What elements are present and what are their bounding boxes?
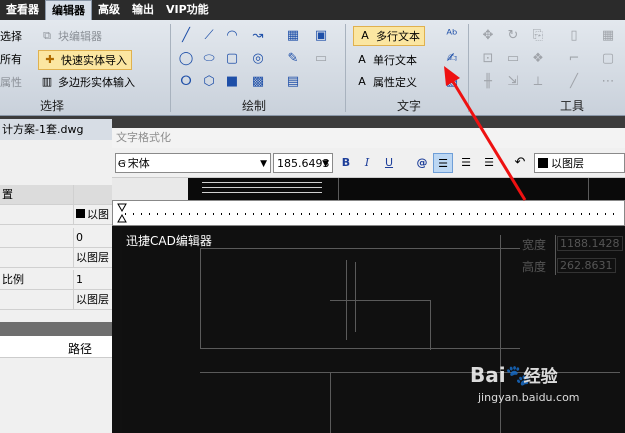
paw-icon: 🐾 [505, 363, 531, 387]
watermark: Bai🐾经验 jingyan.baidu.com [470, 362, 619, 404]
watermark-suffix: 经验 [523, 367, 558, 387]
watermark-url: jingyan.baidu.com [478, 391, 580, 404]
watermark-brand: Bai [470, 363, 506, 387]
